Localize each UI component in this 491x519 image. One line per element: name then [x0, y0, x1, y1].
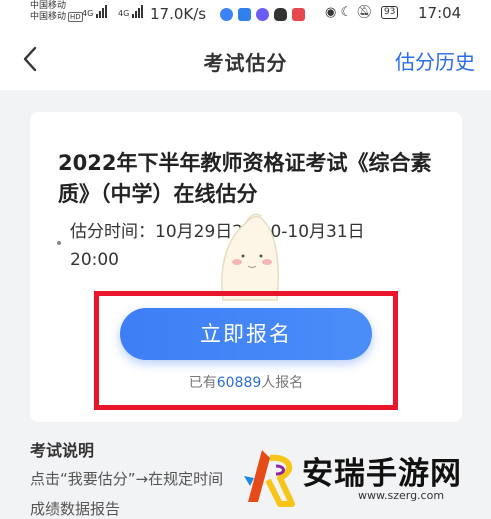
signal-icon-1: 4G: [82, 5, 108, 18]
system-icons: ◉ ☾ 🔕︎ 93: [325, 5, 399, 20]
explain-text-line-1: 点击“我要估分”→在规定时间: [30, 470, 224, 488]
battery-icon: 93: [380, 6, 399, 19]
status-bar: 中国移动 中国移动 HD 4G 4G 17.0K/s ◉ ☾ 🔕︎ 93 17:0…: [0, 0, 491, 28]
explain-text-line-2: 成绩数据报告: [30, 500, 121, 518]
explain-heading: 考试说明: [30, 441, 95, 460]
net-speed: 17.0K/s: [150, 5, 207, 23]
qq-icon: [274, 7, 287, 21]
red-app-icon: [292, 7, 305, 21]
carrier-info: 中国移动 中国移动 HD: [30, 1, 83, 23]
watermark-site-name: 安瑞手游网: [302, 456, 462, 492]
bullet-dot: [57, 241, 61, 245]
mute-icon: 🔕︎: [356, 5, 373, 20]
app-notification-icons: [220, 6, 310, 22]
exam-title: 2022年下半年教师资格证考试《综合素质》（中学）在线估分: [58, 151, 432, 206]
carrier-name-2: 中国移动: [30, 12, 67, 22]
hd-badge: HD: [68, 12, 83, 22]
watermark-logo-icon: [244, 450, 295, 507]
eye-icon: ◉: [325, 5, 337, 20]
estimate-history-link[interactable]: 估分历史: [395, 46, 475, 75]
signup-count: 已有60889人报名: [188, 375, 304, 391]
browser-icon: [220, 7, 233, 21]
signup-count-number: 60889: [216, 375, 262, 391]
nav-bar: 考试估分 估分历史: [0, 28, 491, 90]
moon-icon: ☾: [340, 5, 353, 20]
search-app-icon: [238, 7, 251, 21]
watermark-url: www.szerg.com: [358, 489, 445, 502]
mascot-icon: [221, 213, 279, 301]
signup-button[interactable]: 立即报名: [120, 308, 372, 360]
music-icon: [256, 7, 269, 21]
carrier-name-1: 中国移动: [30, 1, 67, 11]
clock: 17:04: [418, 4, 462, 22]
signal-icon-2: 4G: [118, 5, 144, 18]
